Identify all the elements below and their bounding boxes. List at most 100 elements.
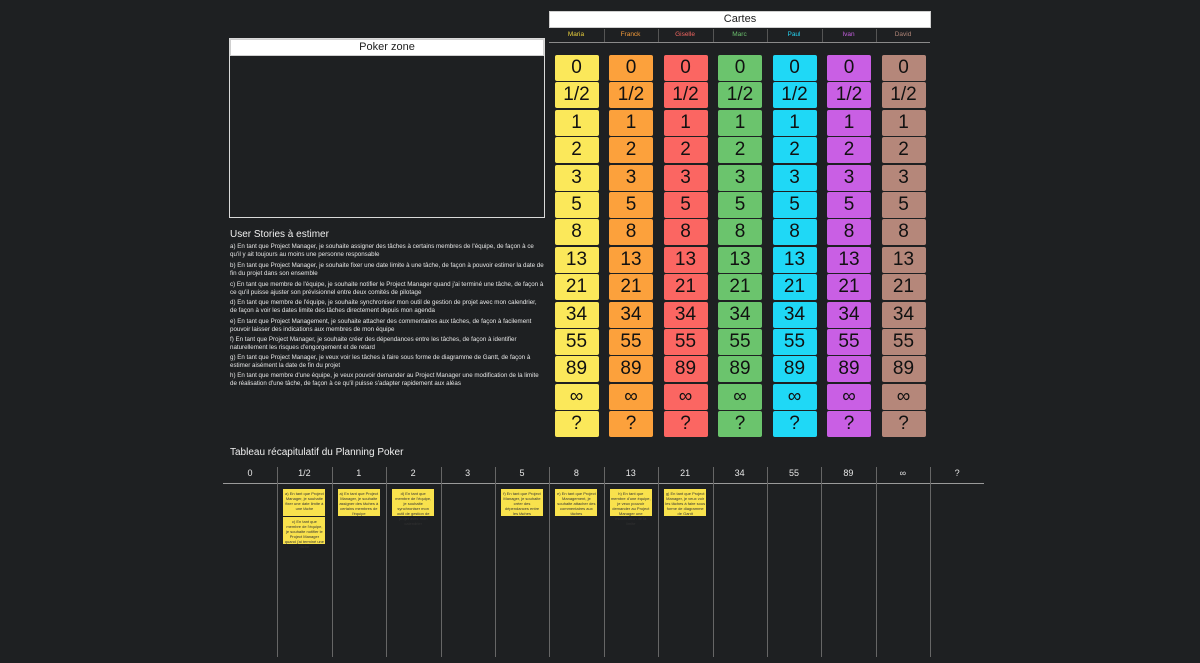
card-paul-12[interactable]: ∞ (772, 383, 817, 410)
card-franck-4[interactable]: 3 (609, 164, 653, 191)
card-david-12[interactable]: ∞ (881, 383, 926, 410)
card-david-0[interactable]: 0 (881, 55, 926, 81)
card-giselle-4[interactable]: 3 (663, 164, 708, 191)
card-maria-7[interactable]: 13 (554, 246, 599, 273)
card-franck-0[interactable]: 0 (609, 55, 653, 81)
card-giselle-0[interactable]: 0 (663, 55, 708, 81)
card-maria-13[interactable]: ? (554, 411, 599, 438)
card-paul-1[interactable]: 1/2 (772, 82, 817, 109)
card-giselle-9[interactable]: 34 (663, 301, 708, 328)
card-maria-8[interactable]: 21 (554, 274, 599, 301)
card-paul-13[interactable]: ? (772, 411, 817, 438)
card-paul-5[interactable]: 5 (772, 192, 817, 218)
card-marc-3[interactable]: 2 (718, 137, 762, 164)
card-giselle-2[interactable]: 1 (663, 109, 708, 136)
card-marc-8[interactable]: 21 (718, 274, 762, 301)
card-marc-1[interactable]: 1/2 (718, 82, 762, 109)
card-david-1[interactable]: 1/2 (881, 82, 926, 109)
card-giselle-11[interactable]: 89 (663, 356, 708, 383)
card-ivan-7[interactable]: 13 (827, 246, 871, 273)
card-ivan-9[interactable]: 34 (827, 301, 871, 328)
card-marc-11[interactable]: 89 (718, 356, 762, 383)
sticky-note[interactable]: a) En tant que Project Manager, je souha… (283, 489, 326, 516)
card-giselle-3[interactable]: 2 (663, 137, 708, 164)
card-maria-1[interactable]: 1/2 (554, 82, 599, 109)
card-franck-6[interactable]: 8 (609, 219, 653, 246)
card-maria-3[interactable]: 2 (554, 137, 599, 164)
card-franck-12[interactable]: ∞ (609, 383, 653, 410)
card-maria-11[interactable]: 89 (554, 356, 599, 383)
card-ivan-8[interactable]: 21 (827, 274, 871, 301)
card-paul-0[interactable]: 0 (772, 55, 817, 81)
sticky-note[interactable]: e) En tant que Project Management, je so… (555, 489, 598, 516)
poker-zone[interactable]: Poker zone (229, 38, 545, 218)
sticky-note[interactable]: d) En tant que membre de l'équipe, je so… (392, 489, 435, 526)
card-franck-7[interactable]: 13 (609, 246, 653, 273)
card-maria-6[interactable]: 8 (554, 219, 599, 246)
sticky-note[interactable]: c) En tant que membre de l'équipe, je so… (283, 517, 326, 549)
card-ivan-0[interactable]: 0 (827, 55, 871, 81)
card-marc-0[interactable]: 0 (718, 55, 762, 81)
card-maria-10[interactable]: 55 (554, 329, 599, 355)
card-giselle-8[interactable]: 21 (663, 274, 708, 301)
card-david-6[interactable]: 8 (881, 219, 926, 246)
card-david-5[interactable]: 5 (881, 192, 926, 218)
card-marc-9[interactable]: 34 (718, 301, 762, 328)
card-maria-9[interactable]: 34 (554, 301, 599, 328)
card-giselle-6[interactable]: 8 (663, 219, 708, 246)
sticky-note[interactable]: g) En tant que Project Manager, je veux … (664, 489, 707, 516)
card-paul-3[interactable]: 2 (772, 137, 817, 164)
card-franck-2[interactable]: 1 (609, 109, 653, 136)
card-david-8[interactable]: 21 (881, 274, 926, 301)
card-david-3[interactable]: 2 (881, 137, 926, 164)
card-ivan-3[interactable]: 2 (827, 137, 871, 164)
card-paul-11[interactable]: 89 (772, 356, 817, 383)
card-marc-7[interactable]: 13 (718, 246, 762, 273)
card-ivan-5[interactable]: 5 (827, 192, 871, 218)
card-paul-2[interactable]: 1 (772, 109, 817, 136)
card-maria-4[interactable]: 3 (554, 164, 599, 191)
card-paul-7[interactable]: 13 (772, 246, 817, 273)
card-paul-8[interactable]: 21 (772, 274, 817, 301)
card-david-10[interactable]: 55 (881, 329, 926, 355)
card-marc-2[interactable]: 1 (718, 109, 762, 136)
sticky-note[interactable]: a) En tant que Project Manager, je souha… (337, 489, 380, 516)
card-franck-8[interactable]: 21 (609, 274, 653, 301)
card-marc-5[interactable]: 5 (718, 192, 762, 218)
card-franck-10[interactable]: 55 (609, 329, 653, 355)
card-giselle-1[interactable]: 1/2 (663, 82, 708, 109)
card-david-7[interactable]: 13 (881, 246, 926, 273)
card-giselle-12[interactable]: ∞ (663, 383, 708, 410)
card-ivan-12[interactable]: ∞ (827, 383, 871, 410)
card-maria-0[interactable]: 0 (554, 55, 599, 81)
card-franck-11[interactable]: 89 (609, 356, 653, 383)
card-marc-13[interactable]: ? (718, 411, 762, 438)
card-ivan-2[interactable]: 1 (827, 109, 871, 136)
card-paul-4[interactable]: 3 (772, 164, 817, 191)
card-paul-9[interactable]: 34 (772, 301, 817, 328)
card-franck-1[interactable]: 1/2 (609, 82, 653, 109)
card-david-13[interactable]: ? (881, 411, 926, 438)
card-ivan-6[interactable]: 8 (827, 219, 871, 246)
card-paul-10[interactable]: 55 (772, 329, 817, 355)
sticky-note[interactable]: h) En tant que membre d'une équipe, je v… (609, 489, 652, 526)
card-ivan-11[interactable]: 89 (827, 356, 871, 383)
card-maria-2[interactable]: 1 (554, 109, 599, 136)
card-maria-5[interactable]: 5 (554, 192, 599, 218)
card-david-9[interactable]: 34 (881, 301, 926, 328)
card-marc-4[interactable]: 3 (718, 164, 762, 191)
card-maria-12[interactable]: ∞ (554, 383, 599, 410)
card-franck-3[interactable]: 2 (609, 137, 653, 164)
card-franck-9[interactable]: 34 (609, 301, 653, 328)
card-ivan-10[interactable]: 55 (827, 329, 871, 355)
card-giselle-10[interactable]: 55 (663, 329, 708, 355)
card-david-2[interactable]: 1 (881, 109, 926, 136)
card-david-11[interactable]: 89 (881, 356, 926, 383)
card-franck-13[interactable]: ? (609, 411, 653, 438)
card-giselle-13[interactable]: ? (663, 411, 708, 438)
card-marc-10[interactable]: 55 (718, 329, 762, 355)
card-david-4[interactable]: 3 (881, 164, 926, 191)
card-ivan-13[interactable]: ? (827, 411, 871, 438)
card-ivan-1[interactable]: 1/2 (827, 82, 871, 109)
card-paul-6[interactable]: 8 (772, 219, 817, 246)
